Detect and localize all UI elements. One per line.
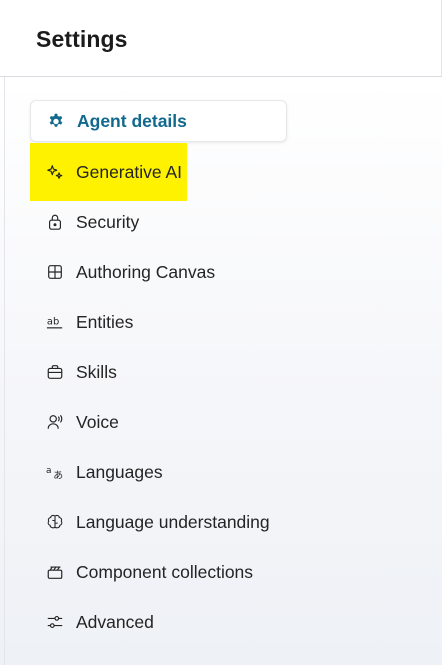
nav-item-security[interactable]: Security [30, 201, 330, 243]
sliders-icon [46, 613, 64, 631]
lock-icon [46, 213, 64, 231]
settings-panel: Settings Agent details Generative AI Sec… [0, 0, 442, 665]
panel-left-border [4, 0, 5, 665]
nav-item-label: Generative AI [76, 161, 183, 182]
svg-text:ab: ab [47, 317, 59, 328]
nav-item-label: Component collections [76, 561, 254, 582]
settings-header: Settings [0, 0, 442, 77]
gear-icon [47, 112, 65, 130]
nav-item-label: Security [76, 211, 140, 232]
ab-text-icon: ab [46, 313, 64, 331]
nav-item-authoring-canvas[interactable]: Authoring Canvas [30, 251, 330, 293]
nav-item-label: Advanced [76, 611, 154, 632]
nav-item-language-understanding[interactable]: Language understanding [30, 501, 330, 543]
nav-item-component-collections[interactable]: Component collections [30, 551, 330, 593]
grid-icon [46, 263, 64, 281]
nav-item-label: Skills [76, 361, 117, 382]
voice-person-icon [46, 413, 64, 431]
nav-item-label: Voice [76, 411, 119, 432]
brain-icon [46, 513, 64, 531]
collection-icon [46, 563, 64, 581]
nav-item-entities[interactable]: ab Entities [30, 301, 330, 343]
nav-item-label: Entities [76, 311, 134, 332]
briefcase-icon [46, 363, 64, 381]
nav-item-advanced[interactable]: Advanced [30, 601, 330, 643]
svg-text:あ: あ [53, 469, 63, 481]
nav-item-label: Languages [76, 461, 163, 482]
sparkle-icon [46, 163, 64, 181]
nav-item-label: Agent details [77, 110, 187, 131]
translate-icon: aあ [46, 463, 64, 481]
settings-nav: Agent details Generative AI Security Aut… [30, 100, 330, 651]
nav-item-skills[interactable]: Skills [30, 351, 330, 393]
page-title: Settings [36, 26, 128, 52]
nav-item-label: Language understanding [76, 511, 270, 532]
nav-item-agent-details[interactable]: Agent details [30, 100, 287, 142]
nav-item-label: Authoring Canvas [76, 261, 216, 282]
svg-text:a: a [46, 466, 52, 476]
nav-item-generative-ai[interactable]: Generative AI [30, 143, 187, 201]
nav-item-languages[interactable]: aあ Languages [30, 451, 330, 493]
nav-item-voice[interactable]: Voice [30, 401, 330, 443]
